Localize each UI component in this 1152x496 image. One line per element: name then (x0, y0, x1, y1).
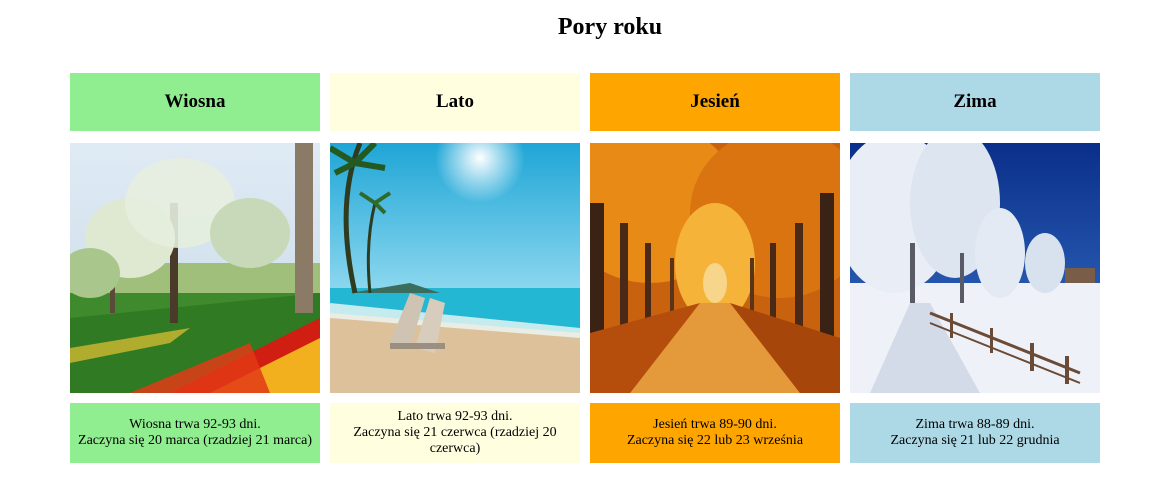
season-start: Zaczyna się 22 lub 23 września (626, 433, 804, 448)
season-description-spring: Wiosna trwa 92-93 dni. Zaczyna się 20 ma… (70, 403, 320, 463)
spring-park-image (70, 143, 320, 393)
season-description-winter: Zima trwa 88-89 dni. Zaczyna się 21 lub … (850, 403, 1100, 463)
summer-beach-image (330, 143, 580, 393)
season-duration: Wiosna trwa 92-93 dni. (129, 417, 261, 432)
season-header-summer: Lato (330, 73, 580, 131)
season-header-spring: Wiosna (70, 73, 320, 131)
season-duration: Zima trwa 88-89 dni. (915, 417, 1035, 432)
season-image-spring (70, 143, 320, 393)
season-header-winter: Zima (850, 73, 1100, 131)
season-start: Zaczyna się 20 marca (rzadziej 21 marca) (78, 433, 312, 448)
winter-road-image (850, 143, 1100, 393)
season-image-autumn (590, 143, 840, 393)
season-start: Zaczyna się 21 lub 22 grudnia (890, 433, 1060, 448)
season-description-autumn: Jesień trwa 89-90 dni. Zaczyna się 22 lu… (590, 403, 840, 463)
season-start: Zaczyna się 21 czerwca (rzadziej 20 czer… (353, 425, 557, 456)
season-duration: Lato trwa 92-93 dni. (397, 409, 513, 424)
page-title: Pory roku (557, 14, 663, 40)
season-description-summer: Lato trwa 92-93 dni. Zaczyna się 21 czer… (330, 403, 580, 463)
season-image-summer (330, 143, 580, 393)
season-image-winter (850, 143, 1100, 393)
season-duration: Jesień trwa 89-90 dni. (653, 417, 777, 432)
autumn-alley-image (590, 143, 840, 393)
season-header-autumn: Jesień (590, 73, 840, 131)
